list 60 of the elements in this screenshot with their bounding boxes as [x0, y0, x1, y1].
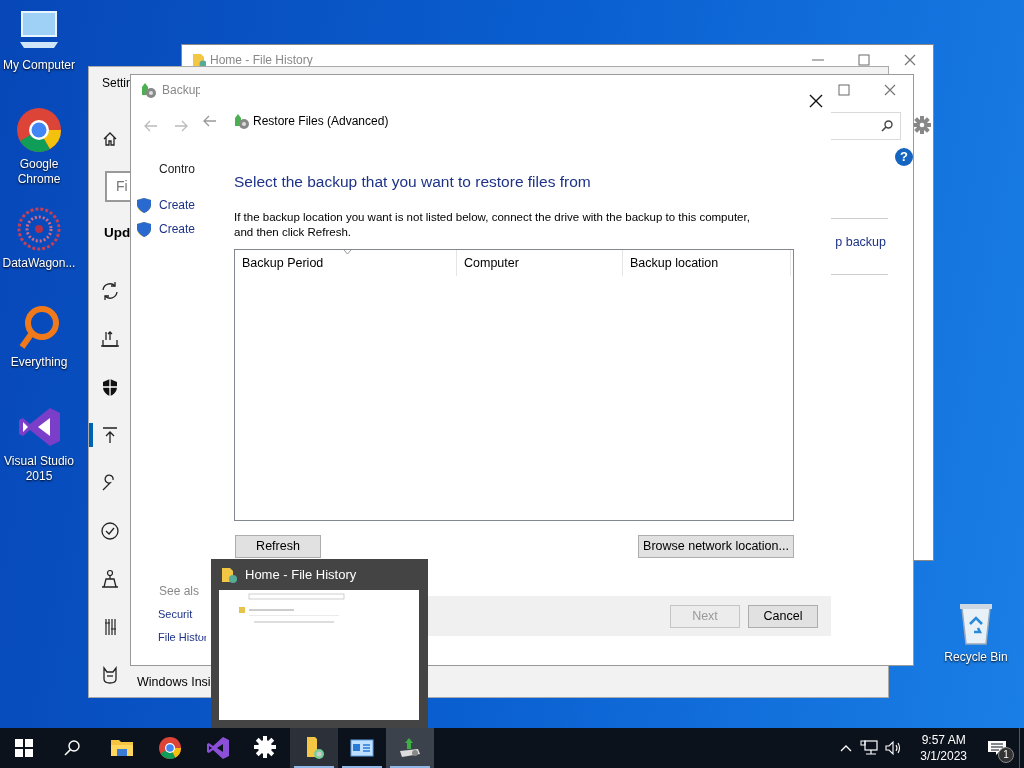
help-button[interactable]: ? — [895, 148, 913, 166]
backup-icon[interactable] — [398, 736, 422, 760]
cancel-button[interactable]: Cancel — [748, 604, 818, 628]
backup-icon — [232, 112, 250, 130]
dialog-heading: Select the backup that you want to restore files from — [234, 172, 592, 192]
section-heading: See als — [159, 583, 201, 599]
backup-icon[interactable] — [100, 329, 120, 349]
settings-icon[interactable] — [254, 736, 278, 760]
upload-icon[interactable] — [100, 425, 120, 445]
app-icon[interactable] — [206, 736, 230, 760]
clock[interactable]: 9:57 AM 3/1/2023 — [912, 732, 975, 764]
desktop-icon-label[interactable]: Everything — [10, 355, 68, 370]
back-arrow-icon[interactable] — [203, 115, 217, 127]
network-icon[interactable] — [860, 740, 879, 756]
activation-icon[interactable] — [100, 521, 120, 541]
desktop-icon-label[interactable]: Google Chrome — [0, 157, 78, 187]
column-header[interactable]: Backup Period — [235, 250, 457, 277]
task-link[interactable]: Create — [159, 220, 196, 238]
nav-item-label[interactable]: Windows Insi — [137, 672, 211, 692]
app-icon[interactable] — [16, 107, 62, 153]
see-also-link[interactable]: Securit — [158, 606, 193, 622]
page-heading: Upd — [104, 224, 131, 242]
folder-icon — [192, 51, 206, 68]
sidebar-title: Contro — [159, 161, 197, 177]
window-title: Backup — [162, 82, 203, 99]
backup-list[interactable]: Backup Period Computer Backup location — [234, 249, 794, 522]
desktop-icon-label[interactable]: Recycle Bin — [944, 650, 1008, 665]
backup-icon — [139, 81, 157, 99]
window-title: Home - File History — [210, 51, 313, 69]
find-icon[interactable] — [100, 569, 120, 589]
browse-button[interactable]: Browse network location... — [638, 535, 794, 559]
insider-icon[interactable] — [100, 665, 120, 685]
notification-badge: 1 — [998, 747, 1014, 763]
folder-icon — [221, 565, 237, 584]
shield-icon — [136, 197, 152, 213]
start-icon[interactable] — [15, 739, 33, 757]
security-icon[interactable] — [100, 377, 120, 397]
instructions-text: If the backup location you want is not listed below, connect the drive with the backup to this computer, and then click Refresh. — [234, 210, 751, 241]
column-header[interactable]: Backup location — [623, 250, 791, 277]
window-icon[interactable] — [350, 736, 374, 760]
desktop-icon-label[interactable]: Visual Studio 2015 — [0, 454, 78, 484]
task-link[interactable]: Create — [159, 196, 196, 214]
search-icon — [881, 120, 893, 132]
close-button[interactable] — [807, 92, 825, 110]
chevron-up-icon[interactable] — [840, 744, 853, 752]
shield-icon — [136, 221, 152, 237]
preview-title: Home - File History — [245, 565, 357, 584]
dialog-title: Restore Files (Advanced) — [253, 113, 389, 130]
desktop-icon-label[interactable]: My Computer — [3, 58, 75, 73]
chrome-icon[interactable] — [158, 736, 182, 760]
setup-backup-link[interactable]: p backup — [835, 233, 886, 252]
sync-icon[interactable] — [100, 281, 120, 301]
home-icon[interactable] — [102, 131, 118, 147]
column-header[interactable]: Computer — [457, 250, 623, 277]
refresh-button[interactable]: Refresh — [235, 535, 321, 559]
search-icon[interactable] — [64, 740, 80, 756]
volume-icon[interactable] — [884, 740, 903, 756]
search-field[interactable]: Fi — [105, 171, 131, 202]
desktop-icon-label[interactable]: DataWagon... — [2, 256, 76, 271]
taskbar-preview[interactable]: Home - File History — [211, 559, 428, 728]
